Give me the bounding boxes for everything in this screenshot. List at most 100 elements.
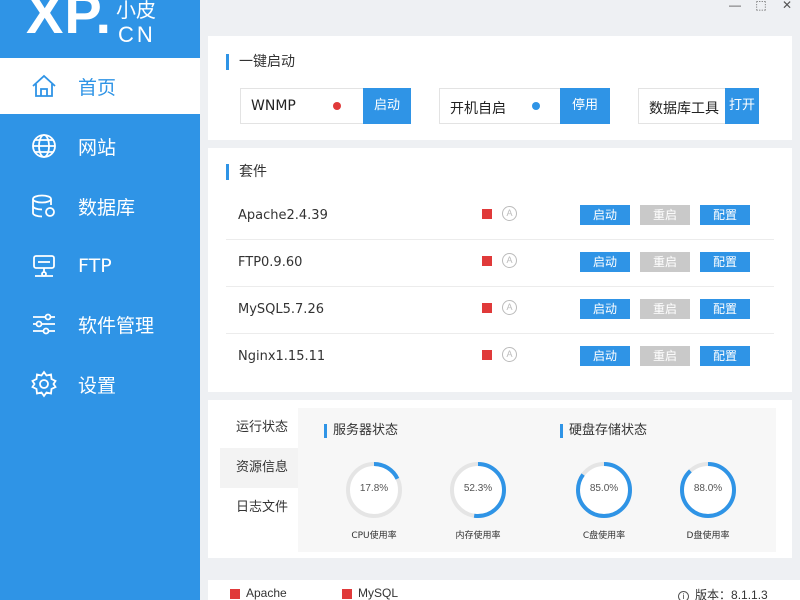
version-info: i 版本：8.1.1.3 (678, 586, 768, 600)
autostart-label: 开机自启 (450, 101, 506, 117)
tab-running-status[interactable]: 运行状态 (220, 408, 298, 448)
start-button[interactable]: 启动 (580, 299, 630, 319)
stopped-status-icon (342, 588, 352, 599)
memory-gauge: 52.3% 内存使用率 (448, 460, 508, 541)
gauge-label: C盘使用率 (582, 531, 626, 541)
version-label: 版本： (695, 588, 732, 600)
status-tabs: 运行状态 资源信息 日志文件 (220, 408, 298, 528)
sidebar-item-settings[interactable]: 设置 (0, 356, 200, 412)
table-row: FTP0.9.60 A 启动 重启 配置 (226, 240, 774, 287)
version-number: 8.1.1.3 (731, 588, 768, 600)
restart-button[interactable]: 重启 (640, 205, 690, 225)
db-tool-box: 数据库工具 打开 (638, 88, 759, 124)
window-controls: — ⬚ ✕ (710, 0, 800, 14)
sidebar-item-websites[interactable]: 网站 (0, 118, 200, 174)
footer-mysql-status: MySQL (342, 586, 398, 600)
restore-button[interactable]: ⬚ (750, 0, 772, 14)
stopped-status-icon (482, 303, 492, 313)
db-tool-open-button[interactable]: 打开 (725, 88, 759, 124)
start-button[interactable]: 启动 (580, 205, 630, 225)
logo-cn-top-text: 小皮 (116, 0, 156, 22)
config-button[interactable]: 配置 (700, 346, 750, 366)
table-row: MySQL5.7.26 A 启动 重启 配置 (226, 287, 774, 334)
home-icon (30, 72, 58, 100)
gear-icon (30, 370, 58, 398)
server-status-title: 服务器状态 (324, 424, 398, 438)
auto-start-icon[interactable]: A (502, 253, 517, 268)
config-button[interactable]: 配置 (700, 252, 750, 272)
start-button[interactable]: 启动 (580, 346, 630, 366)
auto-start-icon[interactable]: A (502, 300, 517, 315)
auto-start-icon[interactable]: A (502, 206, 517, 221)
cpu-gauge: 17.8% CPU使用率 (344, 460, 404, 541)
table-row: Apache2.4.39 A 启动 重启 配置 (226, 193, 774, 240)
gauge-value: 85.0% (589, 483, 619, 494)
wnmp-status-dot (333, 102, 341, 110)
disk-status-title: 硬盘存储状态 (560, 424, 647, 438)
quick-start-panel: 一键启动 WNMP 启动 开机自启 停用 数据库工具 打开 (208, 36, 792, 140)
app-logo: XP. 小皮 CN (0, 0, 200, 56)
stopped-status-icon (482, 350, 492, 360)
database-icon (30, 192, 58, 220)
restart-button[interactable]: 重启 (640, 252, 690, 272)
info-icon: i (678, 591, 689, 600)
logo-cn-text: CN (118, 22, 156, 47)
stopped-status-icon (482, 256, 492, 266)
restart-button[interactable]: 重启 (640, 299, 690, 319)
gauge-label: D盘使用率 (686, 531, 730, 541)
footer-mysql-label: MySQL (358, 586, 399, 600)
sidebar-item-software[interactable]: 软件管理 (0, 296, 200, 352)
gauge-value: 88.0% (693, 483, 723, 494)
sidebar-item-label: 软件管理 (78, 314, 155, 337)
footer-apache-status: Apache (230, 586, 287, 600)
minimize-button[interactable]: — (724, 0, 746, 14)
stopped-status-icon (230, 588, 240, 599)
autostart-box: 开机自启 停用 (439, 88, 610, 124)
wnmp-start-button[interactable]: 启动 (363, 88, 411, 124)
suite-panel: 套件 Apache2.4.39 A 启动 重启 配置 FTP0.9.60 A 启… (208, 148, 792, 392)
autostart-disable-button[interactable]: 停用 (560, 88, 610, 124)
gauge-label: CPU使用率 (351, 531, 397, 541)
wnmp-label: WNMP (251, 98, 296, 114)
sidebar-item-label: 网站 (78, 136, 117, 159)
close-button[interactable]: ✕ (776, 0, 798, 14)
tab-log-files[interactable]: 日志文件 (220, 488, 298, 528)
quick-start-title: 一键启动 (226, 54, 295, 70)
wnmp-box: WNMP 启动 (240, 88, 411, 124)
stopped-status-icon (482, 209, 492, 219)
config-button[interactable]: 配置 (700, 299, 750, 319)
gauge-value: 52.3% (463, 483, 493, 494)
config-button[interactable]: 配置 (700, 205, 750, 225)
table-row: Nginx1.15.11 A 启动 重启 配置 (226, 334, 774, 381)
autostart-status-dot (532, 102, 540, 110)
sidebar-item-label: FTP (78, 255, 112, 277)
gauge-value: 17.8% (359, 483, 389, 494)
gauge-label: 内存使用率 (455, 531, 501, 541)
start-button[interactable]: 启动 (580, 252, 630, 272)
service-name: MySQL5.7.26 (238, 302, 324, 317)
service-name: Nginx1.15.11 (238, 349, 326, 364)
sliders-icon (30, 310, 58, 338)
sidebar-item-label: 首页 (78, 76, 117, 99)
sidebar-item-home[interactable]: 首页 (0, 58, 200, 114)
sidebar-item-label: 数据库 (78, 196, 136, 219)
sidebar-item-database[interactable]: 数据库 (0, 178, 200, 234)
sidebar-item-label: 设置 (78, 374, 117, 397)
status-bar: Apache MySQL i 版本：8.1.1.3 (208, 580, 800, 600)
globe-icon (30, 132, 58, 160)
resource-info-content: 服务器状态 硬盘存储状态 17.8% CPU使用率 52.3% 内存使用率 85… (298, 408, 776, 552)
service-name: Apache2.4.39 (238, 208, 328, 223)
tab-resource-info[interactable]: 资源信息 (220, 448, 298, 488)
sidebar-item-ftp[interactable]: FTP (0, 238, 200, 294)
restart-button[interactable]: 重启 (640, 346, 690, 366)
sidebar: XP. 小皮 CN 首页 网站 数据库 FTP 软件管理 设置 (0, 0, 200, 600)
logo-xp-text: XP. (26, 0, 113, 45)
c-drive-gauge: 85.0% C盘使用率 (574, 460, 634, 541)
service-name: FTP0.9.60 (238, 255, 303, 270)
db-tool-label: 数据库工具 (649, 101, 719, 117)
suite-title: 套件 (226, 164, 267, 180)
ftp-icon (30, 252, 58, 280)
auto-start-icon[interactable]: A (502, 347, 517, 362)
status-panel: 运行状态 资源信息 日志文件 服务器状态 硬盘存储状态 17.8% CPU使用率… (208, 400, 792, 558)
d-drive-gauge: 88.0% D盘使用率 (678, 460, 738, 541)
